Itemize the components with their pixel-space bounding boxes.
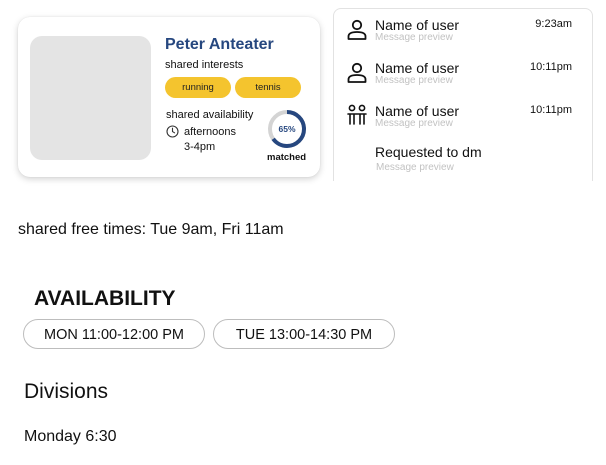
messages-panel: Name of user Message preview 9:23am Name… — [333, 8, 593, 181]
dm-request-title[interactable]: Requested to dm — [375, 144, 482, 160]
message-row[interactable]: Name of user Message preview 10:11pm — [334, 102, 592, 142]
message-preview: Message preview — [375, 75, 453, 86]
division-item[interactable]: Monday 6:30 — [24, 428, 117, 446]
message-time: 10:11pm — [530, 104, 572, 116]
availability-slot[interactable]: MON 11:00-12:00 PM — [23, 319, 205, 349]
profile-name: Peter Anteater — [165, 36, 274, 53]
shared-free-times: shared free times: Tue 9am, Fri 11am — [18, 221, 284, 238]
group-icon — [347, 104, 367, 125]
message-row[interactable]: Name of user Message preview 10:11pm — [334, 59, 592, 99]
divisions-heading: Divisions — [24, 380, 109, 403]
message-sender: Name of user — [375, 103, 460, 119]
interest-chip-running[interactable]: running — [165, 77, 231, 98]
interest-chip-tennis[interactable]: tennis — [235, 77, 301, 98]
message-sender: Name of user — [375, 60, 460, 76]
shared-availability-label: shared availability — [166, 109, 254, 121]
shared-interests-label: shared interests — [165, 59, 244, 71]
message-preview: Message preview — [375, 32, 453, 43]
message-time: 10:11pm — [530, 61, 572, 73]
match-percent: 65% — [278, 124, 296, 134]
message-row[interactable]: Name of user Message preview 9:23am — [334, 16, 592, 56]
dm-request-preview: Message preview — [376, 162, 454, 173]
matched-label: matched — [267, 152, 307, 163]
profile-card[interactable]: Peter Anteater shared interests running … — [18, 17, 320, 177]
user-icon — [347, 19, 367, 40]
availability-time-range: 3-4pm — [184, 141, 216, 153]
message-time: 9:23am — [535, 18, 572, 30]
availability-slot[interactable]: TUE 13:00-14:30 PM — [213, 319, 395, 349]
message-preview: Message preview — [375, 118, 453, 129]
message-sender: Name of user — [375, 17, 460, 33]
clock-icon — [166, 125, 179, 138]
availability-time-label: afternoons — [184, 126, 236, 138]
user-icon — [347, 62, 367, 83]
availability-heading: AVAILABILITY — [34, 287, 176, 310]
avatar-placeholder — [30, 36, 151, 160]
